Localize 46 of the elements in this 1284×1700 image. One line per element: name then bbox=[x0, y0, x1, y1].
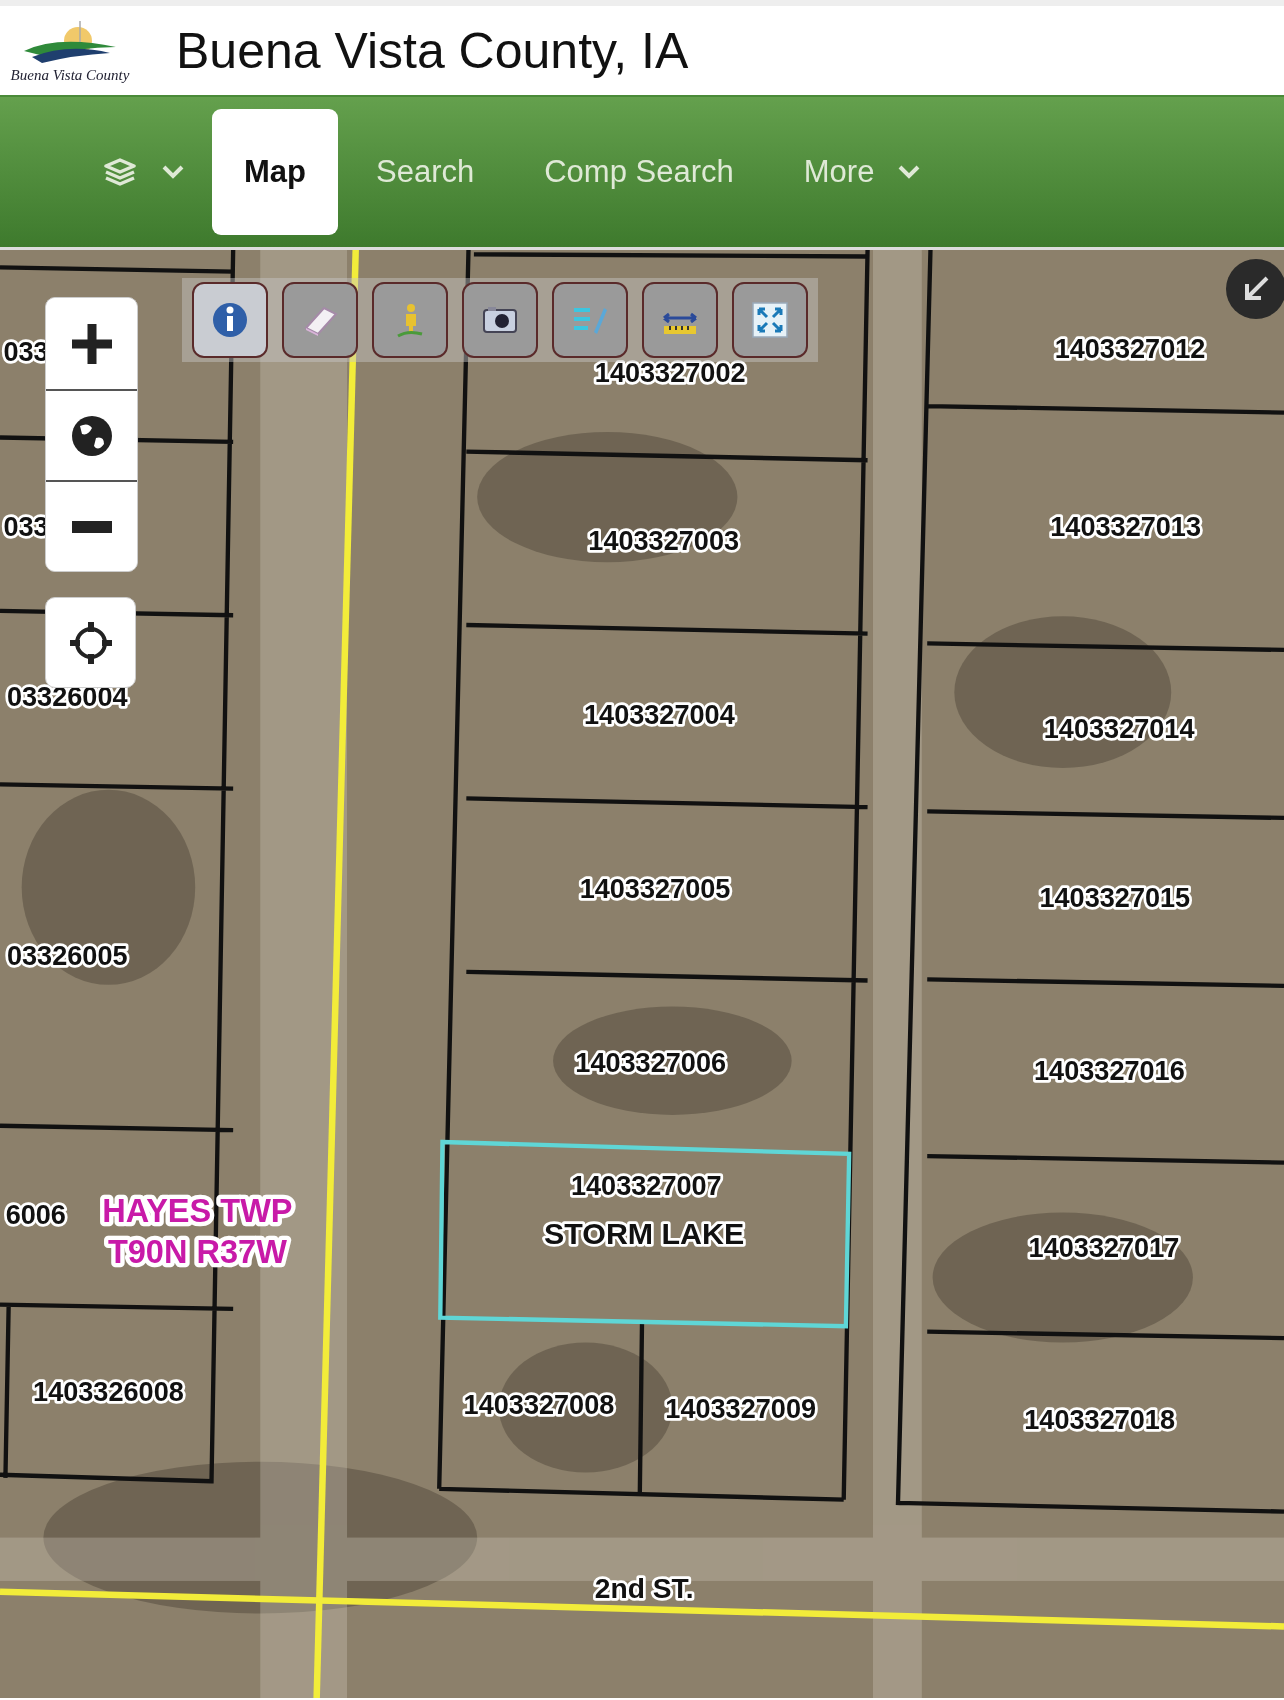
map-tool-button[interactable] bbox=[192, 282, 268, 358]
town-label: STORM LAKE bbox=[544, 1216, 745, 1250]
parcel-label: 1403327017 bbox=[1028, 1231, 1180, 1263]
map-tool-button[interactable] bbox=[282, 282, 358, 358]
tab[interactable]: Map bbox=[212, 109, 338, 235]
parcel-label: 1403326008 bbox=[33, 1376, 184, 1408]
parcel-label: 1403327004 bbox=[584, 698, 735, 730]
parcel-label: 03326004 bbox=[6, 681, 128, 713]
layers-icon bbox=[104, 158, 136, 186]
map-tool-button[interactable] bbox=[372, 282, 448, 358]
township-label: HAYES TWP bbox=[102, 1193, 293, 1230]
minus-icon bbox=[71, 520, 112, 533]
map-tool-button[interactable] bbox=[642, 282, 718, 358]
parcel-label: 1403327014 bbox=[1043, 712, 1195, 744]
parcel-label: 1403327007 bbox=[570, 1170, 722, 1202]
locate-button[interactable] bbox=[45, 597, 136, 688]
parcel-label: 1403327008 bbox=[463, 1389, 615, 1421]
parcel-label: 1403327006 bbox=[575, 1046, 727, 1078]
full-extent-icon bbox=[750, 300, 790, 340]
parcel-label: 1403327005 bbox=[579, 873, 731, 905]
chevron-down-icon bbox=[898, 165, 921, 179]
zoom-out-button[interactable] bbox=[46, 480, 137, 571]
parcel-label: 6006 bbox=[5, 1199, 66, 1231]
chevron-down-icon bbox=[162, 165, 184, 179]
parcel-label: 1403327016 bbox=[1034, 1055, 1185, 1087]
parcel-label: 1403327003 bbox=[588, 525, 740, 557]
parcel-label: 1403327018 bbox=[1024, 1404, 1175, 1436]
menu-button[interactable]: More bbox=[771, 109, 953, 235]
street-label: 2nd ST. bbox=[594, 1572, 694, 1605]
parcel-label: 1403327009 bbox=[665, 1393, 817, 1425]
map-tool-button[interactable] bbox=[552, 282, 628, 358]
tab[interactable]: Comp Search bbox=[512, 109, 766, 235]
tab[interactable]: Search bbox=[344, 109, 507, 235]
page-title: Buena Vista County, IA bbox=[176, 21, 689, 80]
logo-text: Buena Vista County bbox=[10, 67, 130, 84]
parcel-label: 1403327013 bbox=[1050, 511, 1202, 543]
parcel-label: 1403327015 bbox=[1039, 881, 1191, 913]
info-icon bbox=[210, 300, 250, 340]
map-tool-button[interactable] bbox=[462, 282, 538, 358]
plus-icon bbox=[69, 321, 114, 366]
parcel-label: 1403327002 bbox=[594, 357, 746, 389]
parcel-label: 1403327012 bbox=[1054, 333, 1206, 365]
parcel-label: 03326005 bbox=[6, 940, 128, 972]
globe-icon bbox=[69, 413, 114, 458]
crosshair-icon bbox=[67, 619, 114, 666]
map-tool-button[interactable] bbox=[732, 282, 808, 358]
